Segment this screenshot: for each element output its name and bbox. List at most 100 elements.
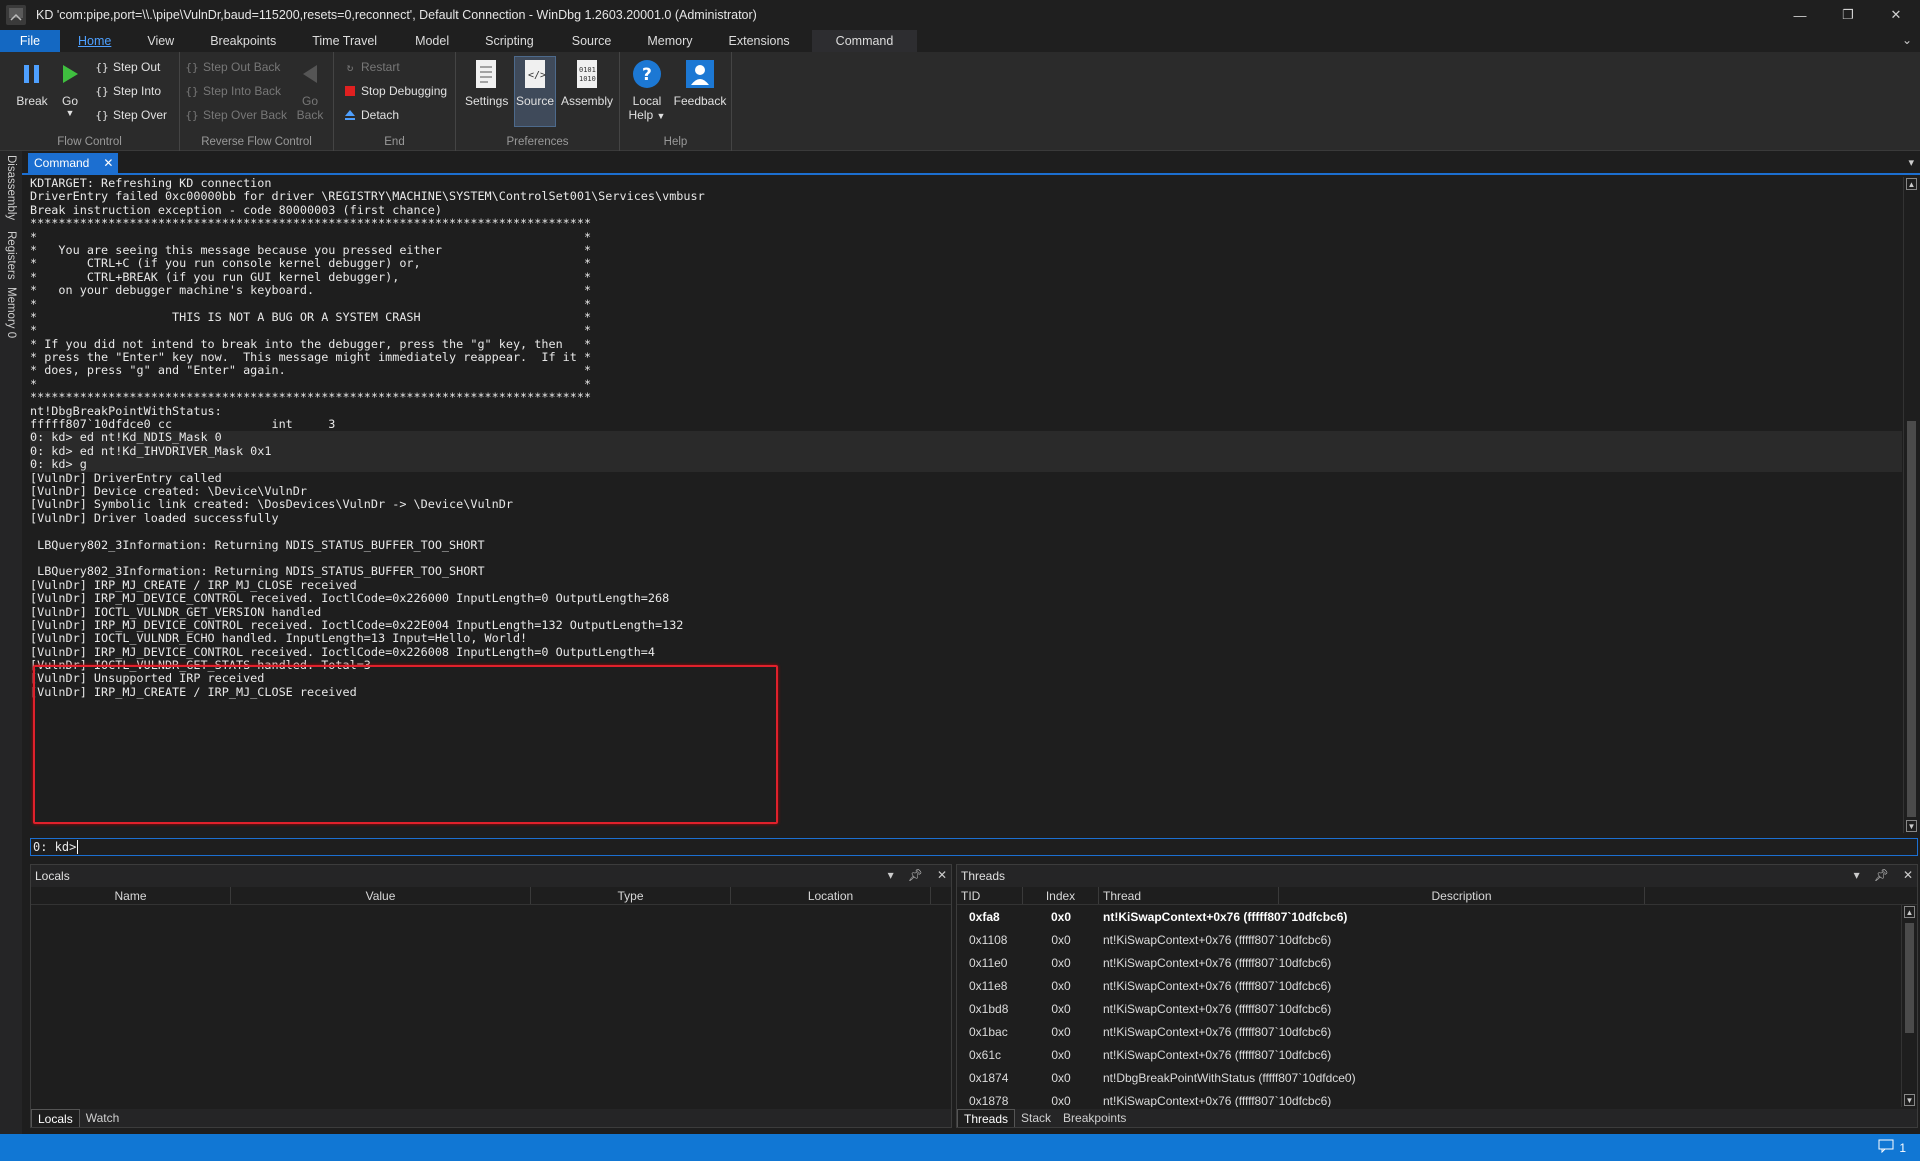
step-out-button[interactable]: {} Step Out [94, 57, 160, 77]
go-label: Go [61, 94, 78, 108]
scroll-down-icon[interactable]: ▼ [1904, 1094, 1915, 1106]
thread-row[interactable]: 0x1bac 0x0 nt!KiSwapContext+0x76 (fffff807… [957, 1020, 1917, 1043]
tab-memory[interactable]: Memory [635, 30, 704, 52]
column-thread[interactable]: Thread [1099, 887, 1279, 904]
scroll-thumb[interactable] [1905, 923, 1914, 1033]
local-help-label-2: Help ▼ [628, 108, 666, 122]
output-line: * press the "Enter" key now. This messag… [30, 350, 592, 365]
threads-scrollbar[interactable]: ▲ ▼ [1901, 905, 1916, 1107]
tab-time-travel[interactable]: Time Travel [300, 30, 389, 52]
scroll-thumb[interactable] [1907, 421, 1916, 817]
feedback-button[interactable]: Feedback [672, 58, 728, 108]
step-over-back-button[interactable]: {} Step Over Back [184, 105, 287, 125]
tab-view[interactable]: View [135, 30, 186, 52]
tab-extensions[interactable]: Extensions [717, 30, 802, 52]
column-value[interactable]: Value [231, 887, 531, 904]
source-button[interactable]: </> Source [514, 58, 556, 108]
status-bar: 1 [0, 1134, 1920, 1161]
output-line: * * [30, 323, 592, 338]
minimize-button[interactable]: — [1776, 0, 1824, 30]
column-index[interactable]: Index [1023, 887, 1099, 904]
notifications-button[interactable]: 1 [1878, 1139, 1906, 1156]
step-into-icon: {} [95, 84, 109, 98]
side-tab-registers[interactable]: Registers [5, 231, 17, 280]
locals-panel: Locals ▾ 📌︎ ✕ Name Value Type Location L… [30, 864, 952, 1128]
side-tab-memory[interactable]: Memory 0 [5, 287, 17, 338]
thread-row[interactable]: 0xfa8 0x0 nt!KiSwapContext+0x76 (fffff807`… [957, 905, 1917, 928]
tab-file[interactable]: File [0, 30, 60, 52]
output-line: * does, press "g" and "Enter" again. * [30, 363, 592, 378]
step-into-back-button[interactable]: {} Step Into Back [184, 81, 281, 101]
output-line: [VulnDr] IRP_MJ_DEVICE_CONTROL received.… [30, 617, 684, 632]
tab-threads[interactable]: Threads [957, 1109, 1016, 1127]
pin-icon[interactable]: 📌︎ [908, 868, 923, 882]
restore-button[interactable]: ❐ [1824, 0, 1872, 30]
close-icon[interactable]: ✕ [1903, 868, 1913, 882]
go-back-button[interactable]: Go Back [294, 58, 326, 122]
command-input[interactable]: 0: kd> [30, 838, 1918, 856]
thread-row[interactable]: 0x1874 0x0 nt!DbgBreakPointWithStatus (fff… [957, 1066, 1917, 1089]
thread-row[interactable]: 0x1878 0x0 nt!KiSwapContext+0x76 (fffff807… [957, 1089, 1917, 1108]
column-location[interactable]: Location [731, 887, 931, 904]
assembly-button[interactable]: 0101 1010 Assembly [560, 58, 614, 108]
settings-button[interactable]: Settings [465, 58, 508, 108]
tab-list-icon[interactable]: ▾ [1908, 156, 1914, 169]
command-scrollbar[interactable]: ▲ ▼ [1903, 177, 1918, 833]
thread-row[interactable]: 0x1bd8 0x0 nt!KiSwapContext+0x76 (fffff807… [957, 997, 1917, 1020]
scroll-down-icon[interactable]: ▼ [1906, 820, 1917, 832]
column-tid[interactable]: TID [957, 887, 1023, 904]
column-description[interactable]: Description [1279, 887, 1645, 904]
tab-command-window[interactable]: Command ✕ [28, 153, 118, 173]
column-type[interactable]: Type [531, 887, 731, 904]
local-help-button[interactable]: ? Local Help ▼ [626, 58, 668, 123]
tab-stack[interactable]: Stack [1015, 1109, 1057, 1127]
thread-cell-tid: 0x11e8 [969, 978, 1008, 993]
close-icon[interactable]: ✕ [937, 868, 947, 882]
step-into-button[interactable]: {} Step Into [94, 81, 161, 101]
thread-row[interactable]: 0x11e8 0x0 nt!KiSwapContext+0x76 (fffff807… [957, 974, 1917, 997]
tab-source[interactable]: Source [560, 30, 624, 52]
detach-button[interactable]: Detach [342, 105, 399, 125]
thread-row[interactable]: 0x1108 0x0 nt!KiSwapContext+0x76 (fffff807… [957, 928, 1917, 951]
scroll-up-icon[interactable]: ▲ [1904, 906, 1915, 918]
break-button[interactable]: Break [12, 58, 52, 108]
close-icon[interactable]: ✕ [103, 156, 113, 170]
group-end: ↻ Restart Stop Debugging Detach End [334, 52, 456, 151]
panel-menu-icon[interactable]: ▾ [888, 868, 894, 882]
thread-cell-index: 0x0 [1051, 1047, 1071, 1062]
tab-breakpoints[interactable]: Breakpoints [198, 30, 288, 52]
tab-watch[interactable]: Watch [80, 1109, 126, 1127]
collapse-ribbon-icon[interactable]: ⌄ [1902, 33, 1912, 47]
close-window-button[interactable]: ✕ [1872, 0, 1920, 30]
tab-scripting[interactable]: Scripting [473, 30, 546, 52]
thread-cell-tid: 0x1874 [969, 1070, 1009, 1085]
restart-button[interactable]: ↻ Restart [342, 57, 400, 77]
step-over-button[interactable]: {} Step Over [94, 105, 167, 125]
chevron-down-icon[interactable]: ▼ [56, 108, 84, 118]
go-button[interactable]: Go ▼ [56, 58, 84, 118]
windbg-app-icon[interactable] [2, 1, 30, 29]
detach-label: Detach [361, 108, 400, 122]
stop-debugging-button[interactable]: Stop Debugging [342, 81, 447, 101]
tab-model[interactable]: Model [403, 30, 461, 52]
group-preferences: Settings </> Source 0101 1010 Assembly Pr… [456, 52, 620, 151]
scroll-up-icon[interactable]: ▲ [1906, 178, 1917, 190]
pin-icon[interactable]: 📌︎ [1874, 868, 1889, 882]
tab-breakpoints-panel[interactable]: Breakpoints [1057, 1109, 1132, 1127]
thread-row[interactable]: 0x11e0 0x0 nt!KiSwapContext+0x76 (fffff807… [957, 951, 1917, 974]
column-name[interactable]: Name [31, 887, 231, 904]
source-code-icon: </> [514, 58, 556, 90]
thread-row[interactable]: 0x61c 0x0 nt!KiSwapContext+0x76 (fffff807`… [957, 1043, 1917, 1066]
side-tab-disassembly[interactable]: Disassembly [5, 155, 17, 220]
tab-home[interactable]: Home [66, 30, 123, 52]
tab-command[interactable]: Command [811, 30, 918, 52]
threads-panel: Threads ▾ 📌︎ ✕ TID Index Thread Descript… [956, 864, 1918, 1128]
step-out-back-label: Step Out Back [203, 60, 281, 74]
thread-cell-tid: 0x1bac [969, 1024, 1008, 1039]
break-label: Break [16, 94, 48, 108]
panel-menu-icon[interactable]: ▾ [1854, 868, 1860, 882]
step-out-back-button[interactable]: {} Step Out Back [184, 57, 280, 77]
tab-locals[interactable]: Locals [31, 1109, 80, 1127]
